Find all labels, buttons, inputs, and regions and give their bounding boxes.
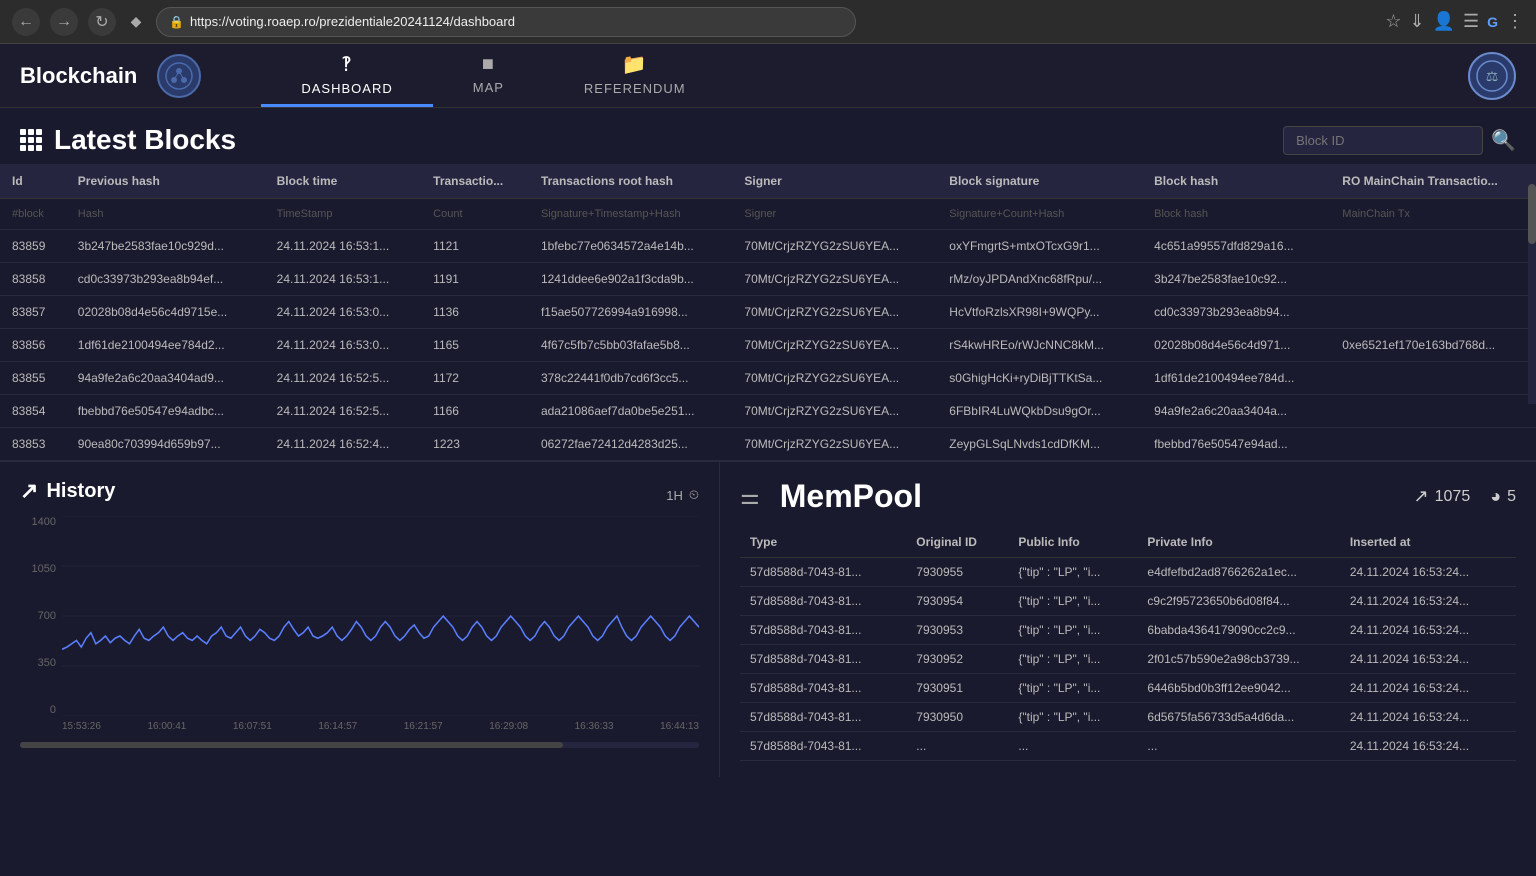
history-icon: ◕ [1490, 486, 1501, 507]
forward-button[interactable]: → [50, 8, 78, 36]
tab-referendum-label: REFERENDUM [584, 81, 686, 96]
mempool-title: MemPool [780, 478, 922, 515]
chart-canvas [62, 516, 699, 716]
stat-mempool-count: ◕ 5 [1490, 486, 1516, 507]
col-prev-hash: Previous hash [66, 164, 265, 199]
crop-icon: ⚌ [740, 484, 760, 510]
mempool-table-row[interactable]: 57d8588d-7043-81...7930955{"tip" : "LP",… [740, 558, 1516, 587]
search-button[interactable]: 🔍 [1491, 128, 1516, 153]
col-mainchain: RO MainChain Transactio... [1330, 164, 1536, 199]
history-icon: ↗ [20, 478, 38, 504]
chart-scrollbar[interactable] [20, 742, 699, 748]
mempool-table-row[interactable]: 57d8588d-7043-81...7930952{"tip" : "LP",… [740, 645, 1516, 674]
mempool-table-row[interactable]: 57d8588d-7043-81............24.11.2024 1… [740, 732, 1516, 761]
url-text: https://voting.roaep.ro/prezidentiale202… [190, 14, 515, 29]
clock-icon: ⏲ [689, 487, 699, 503]
main-content: Latest Blocks 🔍 Id Previous hash Block t… [0, 108, 1536, 777]
search-area: 🔍 [1283, 126, 1516, 155]
left-logo [157, 54, 201, 98]
app-title: Blockchain [20, 63, 137, 89]
grid-icon [20, 129, 42, 151]
section-title-latest-blocks: Latest Blocks [20, 124, 236, 156]
profile-icon[interactable]: 👤 [1433, 11, 1455, 32]
col-signer: Signer [732, 164, 937, 199]
mempool-col-private-info: Private Info [1137, 527, 1339, 558]
download-icon[interactable]: ⇓ [1409, 11, 1424, 32]
mempool-stats: ↗ 1075 ◕ 5 [1414, 486, 1516, 507]
col-tx-root-hash: Transactions root hash [529, 164, 732, 199]
tab-referendum[interactable]: 📁 REFERENDUM [544, 44, 726, 107]
mempool-table-row[interactable]: 57d8588d-7043-81...7930954{"tip" : "LP",… [740, 587, 1516, 616]
dashboard-icon: ‽ [341, 52, 353, 77]
col-block-time: Block time [265, 164, 422, 199]
right-logo: ⚖ [1468, 52, 1516, 100]
col-transactions: Transactio... [421, 164, 529, 199]
svg-text:⚖: ⚖ [1486, 68, 1499, 84]
table-row[interactable]: 83854fbebbd76e50547e94adbc...24.11.2024 … [0, 395, 1536, 428]
table-row[interactable]: 8385594a9fe2a6c20aa3404ad9...24.11.2024 … [0, 362, 1536, 395]
history-header: ↗ History 1H ⏲ [20, 478, 699, 512]
app-nav: Blockchain ‽ DASHBOARD ■ MAP 📁 REFERENDU… [0, 44, 1536, 108]
extensions-icon[interactable]: ☰ [1463, 11, 1479, 32]
bottom-section: ↗ History 1H ⏲ 1400 1050 700 350 0 [0, 461, 1536, 777]
mempool-table: Type Original ID Public Info Private Inf… [740, 527, 1516, 761]
mempool-table-row[interactable]: 57d8588d-7043-81...7930953{"tip" : "LP",… [740, 616, 1516, 645]
chart-scrollbar-thumb[interactable] [20, 742, 563, 748]
browser-actions: ☆ ⇓ 👤 ☰ G ⋮ [1385, 11, 1524, 32]
table-row[interactable]: 8385702028b08d4e56c4d9715e...24.11.2024 … [0, 296, 1536, 329]
mempool-col-inserted-at: Inserted at [1340, 527, 1516, 558]
table-row[interactable]: 838593b247be2583fae10c929d...24.11.2024 … [0, 230, 1536, 263]
mempool-header: ⚌ MemPool ↗ 1075 ◕ 5 [740, 478, 1516, 515]
chart-y-labels: 1400 1050 700 350 0 [20, 516, 60, 716]
mempool-table-row[interactable]: 57d8588d-7043-81...7930950{"tip" : "LP",… [740, 703, 1516, 732]
menu-icon[interactable]: ⋮ [1506, 11, 1524, 32]
trending-icon: ↗ [1414, 486, 1429, 507]
col-id: Id [0, 164, 66, 199]
tab-map[interactable]: ■ MAP [433, 45, 544, 106]
history-panel: ↗ History 1H ⏲ 1400 1050 700 350 0 [0, 462, 720, 777]
chart-svg [62, 516, 699, 716]
history-title: ↗ History [20, 478, 115, 504]
time-control[interactable]: 1H ⏲ [666, 487, 699, 503]
url-bar[interactable]: 🔒 https://voting.roaep.ro/prezidentiale2… [156, 7, 856, 37]
stat-transactions: ↗ 1075 [1414, 486, 1471, 507]
map-icon: ■ [482, 53, 495, 76]
back-button[interactable]: ← [12, 8, 40, 36]
table-ghost-row: #blockHashTimeStampCountSignature+Timest… [0, 199, 1536, 230]
mempool-header-row: Type Original ID Public Info Private Inf… [740, 527, 1516, 558]
tab-map-label: MAP [473, 80, 504, 95]
col-block-sig: Block signature [937, 164, 1142, 199]
table-scrollbar[interactable] [1528, 164, 1536, 404]
bookmark-icon[interactable]: ☆ [1385, 11, 1401, 32]
mempool-panel: ⚌ MemPool ↗ 1075 ◕ 5 Type [720, 462, 1536, 777]
chart-area: 1400 1050 700 350 0 [20, 516, 699, 736]
mempool-col-original-id: Original ID [906, 527, 1008, 558]
col-block-hash: Block hash [1142, 164, 1330, 199]
latest-blocks-header: Latest Blocks 🔍 [0, 108, 1536, 164]
blocks-table-container: Id Previous hash Block time Transactio..… [0, 164, 1536, 461]
table-row[interactable]: 83858cd0c33973b293ea8b94ef...24.11.2024 … [0, 263, 1536, 296]
mempool-table-row[interactable]: 57d8588d-7043-81...7930951{"tip" : "LP",… [740, 674, 1516, 703]
refresh-button[interactable]: ↻ [88, 8, 116, 36]
browser-chrome: ← → ↻ ◆ 🔒 https://voting.roaep.ro/prezid… [0, 0, 1536, 44]
chart-x-labels: 15:53:26 16:00:41 16:07:51 16:14:57 16:2… [62, 716, 699, 736]
nav-tabs: ‽ DASHBOARD ■ MAP 📁 REFERENDUM [261, 44, 725, 107]
block-id-search[interactable] [1283, 126, 1483, 155]
tab-dashboard-label: DASHBOARD [301, 81, 392, 96]
blocks-table: Id Previous hash Block time Transactio..… [0, 164, 1536, 461]
tab-dashboard[interactable]: ‽ DASHBOARD [261, 44, 432, 107]
table-row[interactable]: 8385390ea80c703994d659b97...24.11.2024 1… [0, 428, 1536, 461]
mempool-col-type: Type [740, 527, 906, 558]
scrollbar-thumb[interactable] [1528, 184, 1536, 244]
lock-icon: 🔒 [169, 15, 184, 29]
shield-icon: ◆ [126, 12, 146, 32]
mempool-col-public-info: Public Info [1008, 527, 1137, 558]
grammarly-icon[interactable]: G [1487, 14, 1498, 30]
table-header-row: Id Previous hash Block time Transactio..… [0, 164, 1536, 199]
referendum-icon: 📁 [622, 52, 648, 77]
table-row[interactable]: 838561df61de2100494ee784d2...24.11.2024 … [0, 329, 1536, 362]
